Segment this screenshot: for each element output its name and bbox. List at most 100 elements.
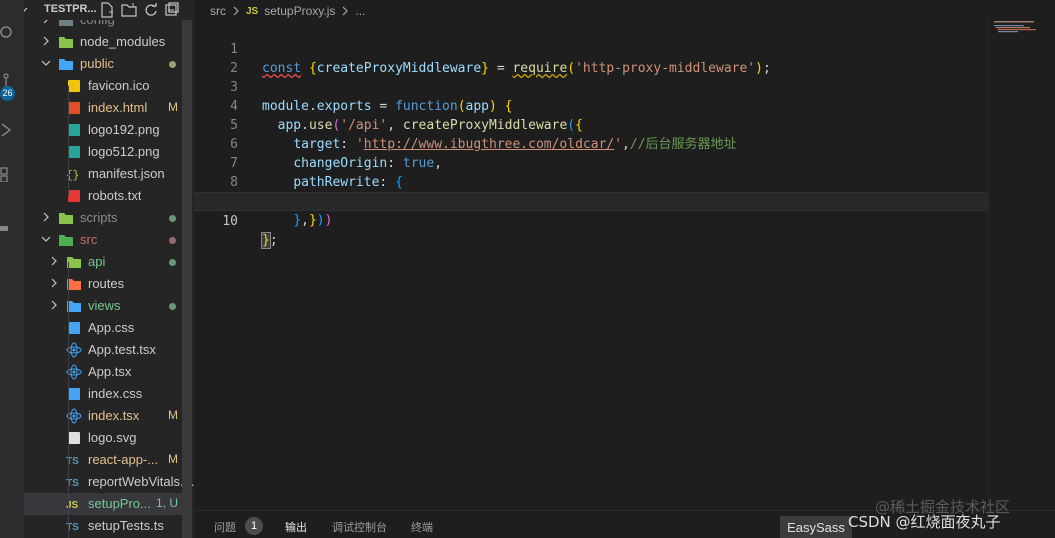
chevron-right-icon[interactable]: [40, 211, 52, 223]
tree-file[interactable]: logo192.png: [24, 119, 182, 141]
tree-file[interactable]: {} manifest.json: [24, 163, 182, 185]
problems-count-badge: 1: [245, 517, 263, 535]
git-status-dot: [169, 215, 176, 222]
editor-scrollbar[interactable]: [988, 20, 1002, 510]
source-control-badge: 26: [0, 86, 15, 101]
tree-item-label: views: [88, 298, 121, 313]
tree-file[interactable]: index.html M: [24, 97, 182, 119]
chevron-down-icon[interactable]: [24, 5, 28, 15]
code-line[interactable]: 2: [194, 40, 994, 76]
tree-item-label: logo.svg: [88, 430, 137, 445]
tree-item-label: logo512.png: [88, 144, 160, 159]
chevron-right-icon: [342, 6, 349, 16]
tree-item-label: setupTests.ts: [88, 518, 164, 533]
explorer-sidebar: confignode_modulespublicfavicon.icoindex…: [24, 0, 194, 538]
explorer-actions: [100, 2, 179, 18]
tree-file[interactable]: index.tsx M: [24, 405, 182, 427]
code-line[interactable]: 4 app.use('/api', createProxyMiddleware(…: [194, 78, 994, 133]
tree-folder[interactable]: views: [24, 295, 182, 317]
tab-debug-console[interactable]: 调试控制台: [332, 519, 387, 535]
tree-file[interactable]: logo.svg: [24, 427, 182, 449]
tree-folder[interactable]: routes: [24, 273, 182, 295]
activity-bar: 26: [0, 0, 24, 538]
code-line[interactable]: 1 const {createProxyMiddleware} = requir…: [194, 21, 994, 76]
folder-icon: [59, 37, 73, 48]
tree-file[interactable]: TS react-app-... M: [24, 449, 182, 471]
folder-icon: [59, 59, 73, 70]
breadcrumb: src JS setupProxy.js ...: [210, 2, 365, 20]
new-folder-icon[interactable]: [121, 2, 137, 18]
code-line[interactable]: 6 changeOrigin: true,: [194, 116, 994, 171]
tree-item-label: reportWebVitals....: [88, 474, 194, 489]
tree-item-label: api: [88, 254, 106, 269]
tree-file[interactable]: TS reportWebVitals....: [24, 471, 194, 493]
tree-item-label: App.css: [88, 320, 135, 335]
tree-item-label: react-app-...: [88, 452, 159, 467]
code-line[interactable]: 7 pathRewrite: {: [194, 135, 994, 190]
tree-file[interactable]: TS setupTests.ts: [24, 515, 182, 537]
code-line[interactable]: 3 module.exports = function(app) {: [194, 59, 994, 114]
tree-file[interactable]: App.css: [24, 317, 182, 339]
tree-item-label: routes: [88, 276, 125, 291]
tree-file[interactable]: App.tsx: [24, 361, 182, 383]
minimap[interactable]: [994, 20, 1044, 34]
workspace-title[interactable]: TESTPR...: [44, 3, 97, 15]
tree-item-label: index.tsx: [88, 408, 140, 423]
code-line[interactable]: 8 '^/api': '',: [194, 154, 994, 209]
sidebar-scrollbar[interactable]: [182, 20, 192, 538]
tree-item-label: index.css: [88, 386, 143, 401]
code-line[interactable]: 9 },})): [194, 173, 994, 228]
git-status-dot: [169, 259, 176, 266]
tree-folder[interactable]: api: [24, 251, 182, 273]
tree-item-label: node_modules: [80, 34, 166, 49]
collapse-all-icon[interactable]: [165, 2, 179, 18]
tree-folder[interactable]: src: [24, 229, 182, 251]
tab-terminal[interactable]: 终端: [411, 519, 433, 535]
tree-folder[interactable]: public: [24, 53, 182, 75]
chevron-right-icon[interactable]: [48, 277, 60, 289]
git-status-badge: M: [168, 100, 178, 114]
tree-file[interactable]: JS setupPro... 1, U: [24, 493, 182, 515]
refresh-icon[interactable]: [144, 2, 158, 18]
tree-item-label: setupPro...: [88, 496, 151, 511]
chevron-down-icon[interactable]: [40, 233, 52, 245]
code-line[interactable]: 5 target: 'http://www.ibugthree.com/oldc…: [194, 97, 994, 152]
run-debug-icon[interactable]: [0, 122, 16, 138]
easysass-dropdown[interactable]: EasySass: [780, 516, 852, 538]
folder-icon: [59, 213, 73, 224]
breadcrumb-file[interactable]: setupProxy.js: [264, 4, 335, 18]
watermark-csdn: CSDN @红烧面夜丸子: [848, 513, 1001, 531]
chevron-right-icon[interactable]: [40, 35, 52, 47]
tree-file[interactable]: index.css: [24, 383, 182, 405]
chevron-down-icon[interactable]: [40, 57, 52, 69]
tree-folder[interactable]: node_modules: [24, 31, 182, 53]
tree-file[interactable]: robots.txt: [24, 185, 182, 207]
git-status-dot: [169, 303, 176, 310]
tree-item-label: App.tsx: [88, 364, 132, 379]
search-icon[interactable]: [0, 24, 16, 40]
tree-item-label: favicon.ico: [88, 78, 150, 93]
tab-output[interactable]: 输出: [285, 519, 307, 535]
code-line-current[interactable]: 10 };: [194, 192, 988, 249]
tree-item-label: index.html: [88, 100, 148, 115]
git-status-dot: [169, 61, 176, 68]
line-number: 10: [222, 214, 238, 229]
docker-icon[interactable]: [0, 220, 16, 236]
chevron-right-icon[interactable]: [48, 299, 60, 311]
tree-item-label: scripts: [80, 210, 118, 225]
tree-item-label: App.test.tsx: [88, 342, 156, 357]
code-text: },})): [293, 213, 333, 228]
js-file-icon: JS: [246, 5, 259, 17]
chevron-right-icon[interactable]: [48, 255, 60, 267]
extensions-icon[interactable]: [0, 166, 16, 182]
tab-problems[interactable]: 问题: [214, 519, 236, 535]
new-file-icon[interactable]: [100, 2, 114, 18]
tree-file[interactable]: logo512.png: [24, 141, 182, 163]
tree-file[interactable]: App.test.tsx: [24, 339, 182, 361]
explorer-header: TESTPR...: [24, 0, 194, 20]
breadcrumb-folder[interactable]: src: [210, 4, 226, 18]
tree-folder[interactable]: scripts: [24, 207, 182, 229]
breadcrumb-symbol[interactable]: ...: [355, 4, 365, 18]
tree-file[interactable]: favicon.ico: [24, 75, 182, 97]
git-status-badge: M: [168, 452, 178, 466]
